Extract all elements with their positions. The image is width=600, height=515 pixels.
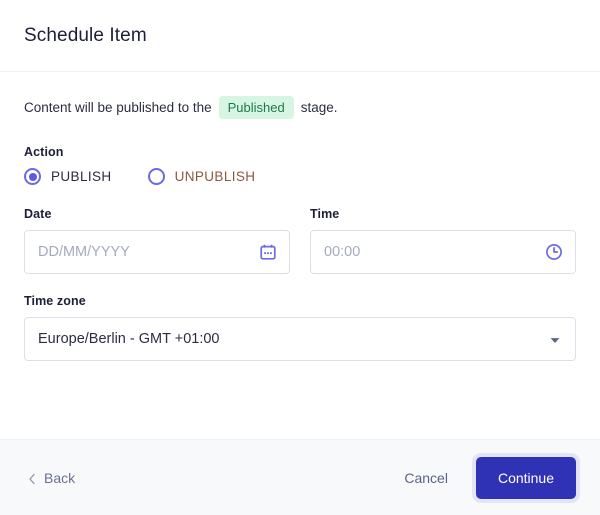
time-label: Time [310,207,340,221]
action-field-group: Action PUBLISH UNPUBLISH [24,145,576,185]
radio-option-publish[interactable]: PUBLISH [24,168,112,185]
footer-actions: Cancel Continue [398,456,576,499]
radio-label-publish: PUBLISH [51,169,112,184]
dialog-header: Schedule Item [0,0,600,72]
date-label: Date [24,207,52,221]
chevron-down-icon[interactable] [549,333,561,345]
back-button-label: Back [44,469,76,486]
time-input[interactable]: 00:00 [310,230,576,274]
page-title: Schedule Item [24,24,147,46]
stage-info-prefix: Content will be published to the [24,99,212,115]
time-field-group: Time 00:00 [310,207,576,274]
radio-option-unpublish[interactable]: UNPUBLISH [147,168,256,185]
timezone-selected-value: Europe/Berlin - GMT +01:00 [38,330,220,347]
radio-selected-icon[interactable] [24,168,41,185]
timezone-label: Time zone [24,294,86,308]
action-radio-group: PUBLISH UNPUBLISH [24,168,576,185]
action-label: Action [24,145,64,159]
stage-info-suffix: stage. [300,99,338,115]
dialog-footer: Back Cancel Continue [0,439,600,515]
date-time-row: Date DD/MM/YYYY Time 00:00 [24,207,576,274]
date-field-group: Date DD/MM/YYYY [24,207,290,274]
timezone-select[interactable]: Europe/Berlin - GMT +01:00 [24,317,576,361]
stage-info-line: Content will be published to the Publish… [24,96,576,119]
time-input-placeholder: 00:00 [324,244,361,260]
timezone-field-group: Time zone Europe/Berlin - GMT +01:00 [24,294,576,361]
calendar-icon[interactable] [259,243,277,261]
cancel-button[interactable]: Cancel [398,462,454,494]
back-button[interactable]: Back [24,464,79,492]
continue-button[interactable]: Continue [475,456,576,499]
radio-label-unpublish: UNPUBLISH [174,169,256,184]
chevron-left-icon [28,472,36,484]
status-badge: Published [218,96,294,119]
date-input[interactable]: DD/MM/YYYY [24,230,290,274]
schedule-item-dialog: Schedule Item Content will be published … [0,0,600,515]
dialog-body: Content will be published to the Publish… [0,72,600,439]
date-input-placeholder: DD/MM/YYYY [38,244,130,260]
radio-unselected-icon[interactable] [147,168,165,185]
clock-icon[interactable] [545,243,563,261]
